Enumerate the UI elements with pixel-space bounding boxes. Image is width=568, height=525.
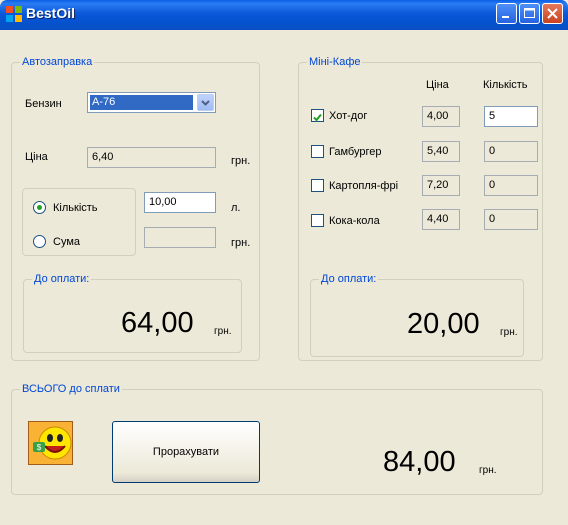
cafe-payment-unit: грн. <box>500 327 518 338</box>
hamburger-checkbox[interactable] <box>311 145 324 158</box>
hamburger-quantity-input[interactable]: 0 <box>484 141 538 162</box>
fuel-payment-legend: До оплати: <box>32 272 92 286</box>
cafe-payment-legend: До оплати: <box>319 272 379 286</box>
fuel-station-group: Автозаправка Бензин А-76 Ціна 6,40 грн. … <box>11 55 260 361</box>
fuel-type-select[interactable]: А-76 <box>87 92 216 113</box>
maximize-button[interactable] <box>519 3 540 24</box>
total-group: ВСЬОГО до сплати $ Прорахувати 84,00 грн… <box>11 382 543 495</box>
cola-price: 4,40 <box>422 209 460 230</box>
fuel-type-selected: А-76 <box>90 95 193 110</box>
sum-radio[interactable] <box>33 235 46 248</box>
fries-quantity-input[interactable]: 0 <box>484 175 538 196</box>
fuel-payment-unit: грн. <box>214 326 232 337</box>
maximize-icon <box>524 8 535 18</box>
fries-label[interactable]: Картопля-фрі <box>329 179 398 193</box>
hotdog-checkbox[interactable] <box>311 109 324 122</box>
price-column-header: Ціна <box>426 79 449 91</box>
fuel-price-unit: грн. <box>231 155 251 167</box>
quantity-radio[interactable] <box>33 201 46 214</box>
smiley-image: $ <box>28 421 73 465</box>
mini-cafe-legend: Міні-Кафе <box>307 55 363 69</box>
cola-label[interactable]: Кока-кола <box>329 214 380 228</box>
mini-cafe-group: Міні-Кафе Ціна Кількість Хот-дог 4,00 5 … <box>298 55 543 361</box>
main-window: BestOil Автозаправка Бензин А-76 Ціна 6,… <box>0 0 568 525</box>
fuel-payment-group: До оплати: 64,00 грн. <box>23 272 242 353</box>
fuel-station-legend: Автозаправка <box>20 55 95 69</box>
quantity-column-header: Кількість <box>483 79 528 91</box>
total-amount: 84,00 <box>383 446 456 478</box>
sum-radio-label[interactable]: Сума <box>53 235 80 249</box>
app-icon <box>6 6 22 22</box>
calculate-button-label: Прорахувати <box>152 446 220 458</box>
fuel-price-field: 6,40 <box>87 147 216 168</box>
cola-quantity-input[interactable]: 0 <box>484 209 538 230</box>
sum-unit: грн. <box>231 237 251 249</box>
fries-price: 7,20 <box>422 175 460 196</box>
window-title: BestOil <box>26 5 76 21</box>
fuel-sum-input[interactable] <box>144 227 216 248</box>
svg-text:$: $ <box>37 443 42 452</box>
price-label: Ціна <box>25 151 48 163</box>
fuel-payment-amount: 64,00 <box>121 307 194 339</box>
close-icon <box>547 8 558 19</box>
hotdog-quantity-input[interactable]: 5 <box>484 106 538 127</box>
minimize-icon <box>502 16 509 18</box>
calc-mode-group: Кількість Сума <box>22 188 136 256</box>
quantity-radio-label[interactable]: Кількість <box>53 201 98 215</box>
hotdog-label[interactable]: Хот-дог <box>329 109 367 123</box>
hotdog-price: 4,00 <box>422 106 460 127</box>
chevron-down-icon <box>201 100 210 106</box>
total-legend: ВСЬОГО до сплати <box>20 382 122 396</box>
calculate-button[interactable]: Прорахувати <box>112 421 260 483</box>
checkmark-icon <box>313 113 322 122</box>
smiley-icon: $ <box>29 422 72 464</box>
fuel-type-label: Бензин <box>25 98 62 110</box>
close-button[interactable] <box>542 3 563 24</box>
cola-checkbox[interactable] <box>311 214 324 227</box>
fries-checkbox[interactable] <box>311 179 324 192</box>
hamburger-label[interactable]: Гамбургер <box>329 145 381 159</box>
radio-selected-dot <box>37 205 42 210</box>
title-bar[interactable]: BestOil <box>0 0 568 30</box>
fuel-quantity-input[interactable]: 10,00 <box>144 192 216 213</box>
quantity-unit: л. <box>231 202 241 214</box>
minimize-button[interactable] <box>496 3 517 24</box>
cafe-payment-amount: 20,00 <box>407 308 480 340</box>
cafe-payment-group: До оплати: 20,00 грн. <box>310 272 524 357</box>
dropdown-button[interactable] <box>197 94 214 111</box>
total-unit: грн. <box>479 465 497 476</box>
hamburger-price: 5,40 <box>422 141 460 162</box>
